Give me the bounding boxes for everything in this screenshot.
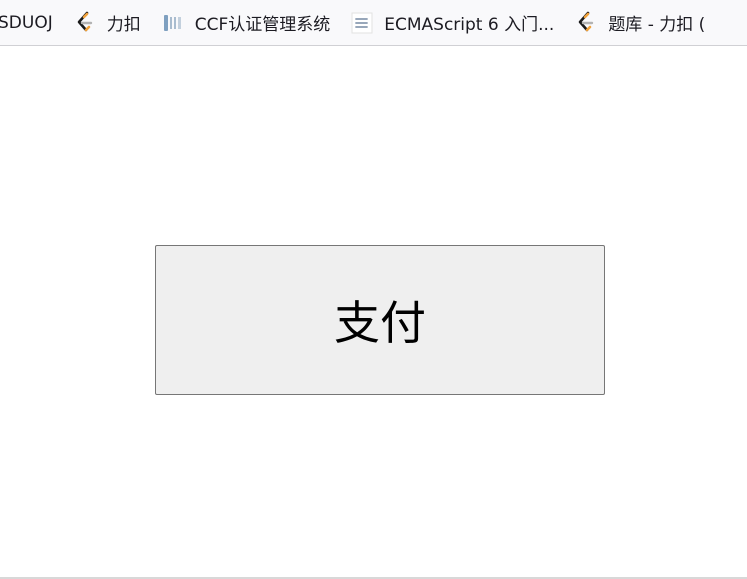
bookmark-label: CCF认证管理系统: [194, 15, 331, 35]
leetcode-icon: [574, 11, 598, 35]
bookmark-ecmascript[interactable]: ECMAScript 6 入门...: [344, 6, 560, 40]
bookmark-leetcode-problemset[interactable]: 题库 - 力扣 (: [568, 6, 711, 40]
bookmark-label: 力扣: [106, 15, 141, 35]
bookmark-leetcode[interactable]: 力扣: [67, 6, 147, 40]
bookmark-sduoj[interactable]: SDUOJ: [0, 6, 59, 40]
page-content: 支付: [0, 46, 747, 577]
bookmarks-bar: SDUOJ 力扣 CCF认证管理系统 ECMAScript 6 入门... 题库…: [0, 0, 747, 46]
ccf-icon: [161, 11, 185, 35]
bookmark-label: ECMAScript 6 入门...: [384, 15, 555, 35]
ecmascript-icon: [350, 11, 374, 35]
leetcode-icon: [73, 11, 97, 35]
bookmark-ccf[interactable]: CCF认证管理系统: [155, 6, 337, 40]
bookmark-label: 题库 - 力扣 (: [608, 15, 706, 35]
bookmark-label: SDUOJ: [0, 12, 53, 33]
pay-button[interactable]: 支付: [155, 245, 605, 395]
